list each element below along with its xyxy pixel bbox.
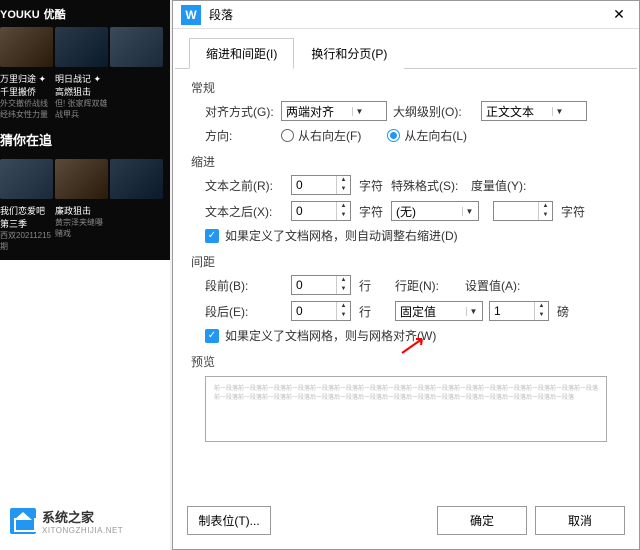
auto-indent-checkbox[interactable]: ✓ (205, 229, 219, 243)
video-title[interactable]: 我们恋爱吧 第三季西双20211215期 (0, 204, 53, 252)
spin-down-icon: ▼ (337, 285, 350, 294)
alignment-combo[interactable]: ▼ (281, 101, 387, 121)
unit-line: 行 (357, 277, 373, 294)
titlebar: W 段落 ✕ (173, 1, 639, 29)
group-preview: 预览 (191, 347, 621, 372)
spin-down-icon: ▼ (539, 211, 552, 220)
setvalue-spinner[interactable]: ▲▼ (489, 301, 549, 321)
spin-down-icon: ▼ (337, 185, 350, 194)
group-indent: 缩进 (191, 147, 621, 172)
video-thumb[interactable] (110, 27, 163, 67)
watermark-brand: 系统之家 XITONGZHIJIA.NET (10, 507, 123, 535)
section-header: 猜你在追 (0, 120, 170, 154)
video-thumb[interactable] (110, 159, 163, 199)
close-button[interactable]: ✕ (599, 1, 639, 29)
dialog-footer: 制表位(T)... 确定 取消 (173, 496, 639, 549)
spin-up-icon: ▲ (337, 176, 350, 185)
measure-spinner[interactable]: ▲▼ (493, 201, 553, 221)
direction-ltr-radio[interactable]: 从左向右(L) (387, 127, 467, 144)
youku-logo: YOUKU 优酷 (0, 0, 170, 22)
group-general: 常规 (191, 73, 621, 98)
unit-char: 字符 (357, 203, 385, 220)
indent-after-label: 文本之后(X): (205, 203, 285, 220)
indent-before-spinner[interactable]: ▲▼ (291, 175, 351, 195)
video-thumb[interactable] (55, 27, 108, 67)
unit-char: 字符 (559, 203, 587, 220)
outline-level-combo[interactable]: ▼ (481, 101, 587, 121)
app-icon: W (181, 5, 201, 25)
special-format-label: 特殊格式(S): (391, 177, 465, 194)
spin-down-icon: ▼ (337, 211, 350, 220)
snap-grid-checkbox[interactable]: ✓ (205, 329, 219, 343)
ok-button[interactable]: 确定 (437, 506, 527, 535)
setvalue-label: 设置值(A): (465, 277, 525, 294)
video-title[interactable]: 万里归途 ✦ 千里搬侨外交撤侨战线经纬女性力量 (0, 72, 53, 120)
preview-box: 前一段落前一段落前一段落前一段落前一段落前一段落前一段落前一段落前一段落前一段落… (205, 376, 607, 442)
auto-indent-label: 如果定义了文档网格，则自动调整右缩进(D) (225, 227, 458, 244)
indent-before-label: 文本之前(R): (205, 177, 285, 194)
spin-up-icon: ▲ (535, 302, 548, 311)
spin-down-icon: ▼ (337, 311, 350, 320)
chevron-down-icon: ▼ (466, 307, 480, 316)
chevron-down-icon: ▼ (552, 107, 566, 116)
chevron-down-icon: ▼ (352, 107, 366, 116)
house-icon (10, 508, 36, 534)
space-after-spinner[interactable]: ▲▼ (291, 301, 351, 321)
direction-label: 方向: (205, 127, 275, 144)
video-title[interactable]: 明日战记 ✦ 高燃狙击但! 张家辉双雄战甲兵 (55, 72, 108, 120)
linespacing-combo[interactable]: ▼ (395, 301, 483, 321)
tab-strip: 缩进和间距(I) 换行和分页(P) (175, 29, 637, 69)
dialog-title: 段落 (209, 6, 599, 23)
alignment-label: 对齐方式(G): (205, 103, 275, 120)
linespacing-label: 行距(N): (395, 277, 459, 294)
video-thumb[interactable] (0, 27, 53, 67)
video-thumb[interactable] (0, 159, 53, 199)
chevron-down-icon: ▼ (462, 207, 476, 216)
unit-line: 行 (357, 303, 373, 320)
space-after-label: 段后(E): (205, 303, 285, 320)
snap-grid-label: 如果定义了文档网格，则与网格对齐(W) (225, 327, 436, 344)
unit-point: 磅 (555, 303, 571, 320)
preview-text: 前一段落前一段落前一段落前一段落前一段落前一段落前一段落前一段落前一段落前一段落… (214, 385, 598, 403)
space-before-label: 段前(B): (205, 277, 285, 294)
video-thumb[interactable] (55, 159, 108, 199)
spin-up-icon: ▲ (337, 302, 350, 311)
space-before-spinner[interactable]: ▲▼ (291, 275, 351, 295)
video-title[interactable]: 廉政狙击黄宗泽夹缝曝赌戏 (55, 204, 108, 252)
direction-rtl-radio[interactable]: 从右向左(F) (281, 127, 361, 144)
tab-line-page-break[interactable]: 换行和分页(P) (294, 38, 404, 69)
unit-char: 字符 (357, 177, 385, 194)
paragraph-dialog: W 段落 ✕ 缩进和间距(I) 换行和分页(P) 常规 对齐方式(G): ▼ 大… (172, 0, 640, 550)
outline-level-label: 大纲级别(O): (393, 103, 475, 120)
special-format-combo[interactable]: ▼ (391, 201, 479, 221)
spin-down-icon: ▼ (535, 311, 548, 320)
spin-up-icon: ▲ (539, 202, 552, 211)
spin-up-icon: ▲ (337, 276, 350, 285)
measure-label: 度量值(Y): (471, 177, 531, 194)
tabs-button[interactable]: 制表位(T)... (187, 506, 271, 535)
group-spacing: 间距 (191, 247, 621, 272)
cancel-button[interactable]: 取消 (535, 506, 625, 535)
indent-after-spinner[interactable]: ▲▼ (291, 201, 351, 221)
spin-up-icon: ▲ (337, 202, 350, 211)
tab-indent-spacing[interactable]: 缩进和间距(I) (189, 38, 294, 69)
